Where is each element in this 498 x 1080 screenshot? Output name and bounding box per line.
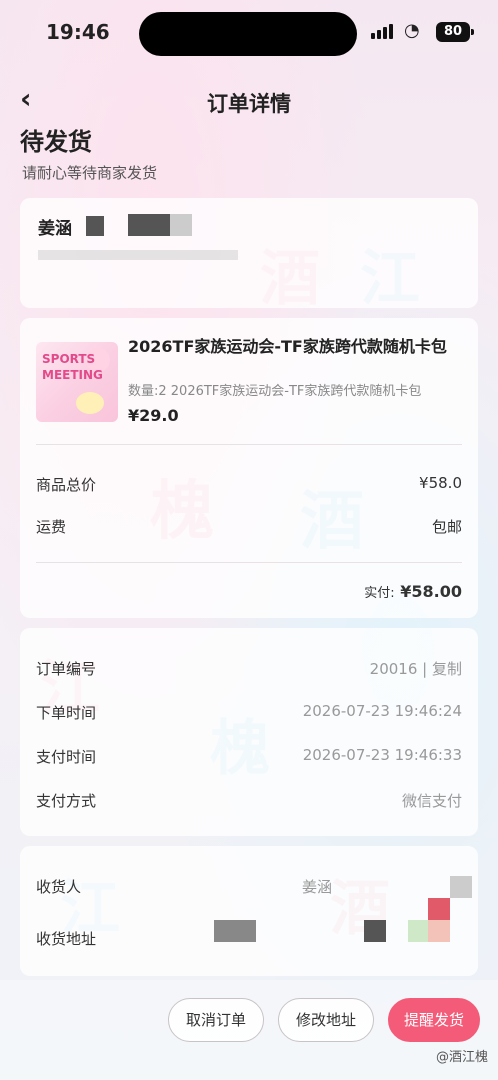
product-price: ¥29.0: [128, 406, 179, 425]
signal-icon: [371, 24, 393, 39]
dynamic-island: [139, 12, 357, 56]
copy-button[interactable]: 复制: [432, 660, 462, 678]
order-number-label: 订单编号: [36, 660, 97, 678]
order-paid-label: 支付时间: [36, 748, 97, 766]
page-title: 订单详情: [207, 92, 291, 116]
redaction-mosaic: [38, 250, 238, 260]
address-label: 收货地址: [36, 930, 97, 948]
order-paid-value: 2026-07-23 19:46:33: [302, 746, 462, 764]
product-card[interactable]: SPORTS MEETING 2026TF家族运动会-TF家族跨代款随机卡包 数…: [20, 318, 478, 618]
redaction-mosaic: [450, 876, 472, 898]
remind-shipping-button[interactable]: 提醒发货: [388, 998, 480, 1042]
redaction-mosaic: [408, 920, 428, 942]
redaction-mosaic: [86, 216, 104, 236]
order-created-label: 下单时间: [36, 704, 97, 722]
product-image[interactable]: SPORTS MEETING: [36, 342, 118, 422]
receiver-value: 姜涵: [302, 878, 333, 896]
wifi-icon: ◔: [404, 20, 420, 41]
watermark: @酒江槐: [435, 1050, 488, 1065]
order-number-value: 20016 | 复制: [369, 660, 462, 678]
divider: [36, 562, 462, 563]
modify-address-button[interactable]: 修改地址: [278, 998, 374, 1042]
redaction-mosaic: [214, 920, 256, 942]
battery-icon: 80: [436, 22, 474, 42]
status-time: 19:46: [46, 20, 110, 44]
order-status-title: 待发货: [20, 128, 92, 156]
receiver-label: 收货人: [36, 878, 82, 896]
address-card: 收货人 姜涵 收货地址: [20, 846, 478, 976]
shipping-value: 包邮: [431, 518, 462, 536]
order-created-value: 2026-07-23 19:46:24: [302, 702, 462, 720]
shipping-label: 运费: [36, 518, 67, 536]
product-desc: 数量:2 2026TF家族运动会-TF家族跨代款随机卡包: [128, 384, 422, 399]
redaction-mosaic: [428, 898, 450, 920]
order-info-card: 订单编号 20016 | 复制 下单时间 2026-07-23 19:46:24…: [20, 628, 478, 836]
buyer-card: 姜涵: [20, 198, 478, 308]
status-bar: 19:46 ◔ 80: [0, 0, 498, 68]
payment-method-label: 支付方式: [36, 792, 97, 810]
paid-label: 实付:: [364, 586, 395, 601]
redaction-mosaic: [170, 214, 192, 236]
paid-value: ¥58.00: [400, 582, 462, 601]
payment-method-value: 微信支付: [401, 792, 462, 810]
divider: [36, 444, 462, 445]
redaction-mosaic: [128, 214, 170, 236]
product-title[interactable]: 2026TF家族运动会-TF家族跨代款随机卡包: [128, 336, 458, 358]
order-status-subtitle: 请耐心等待商家发货: [22, 164, 158, 182]
redaction-mosaic: [364, 920, 386, 942]
redaction-mosaic: [428, 920, 450, 942]
paid-total: 实付: ¥58.00: [364, 582, 462, 601]
buyer-name: 姜涵: [38, 219, 72, 239]
subtotal-value: ¥58.0: [419, 474, 462, 492]
cancel-order-button[interactable]: 取消订单: [168, 998, 264, 1042]
nav-bar: ‹ 订单详情: [0, 78, 498, 122]
subtotal-label: 商品总价: [36, 476, 97, 494]
action-bar: 取消订单 修改地址 提醒发货 @酒江槐: [0, 980, 498, 1080]
